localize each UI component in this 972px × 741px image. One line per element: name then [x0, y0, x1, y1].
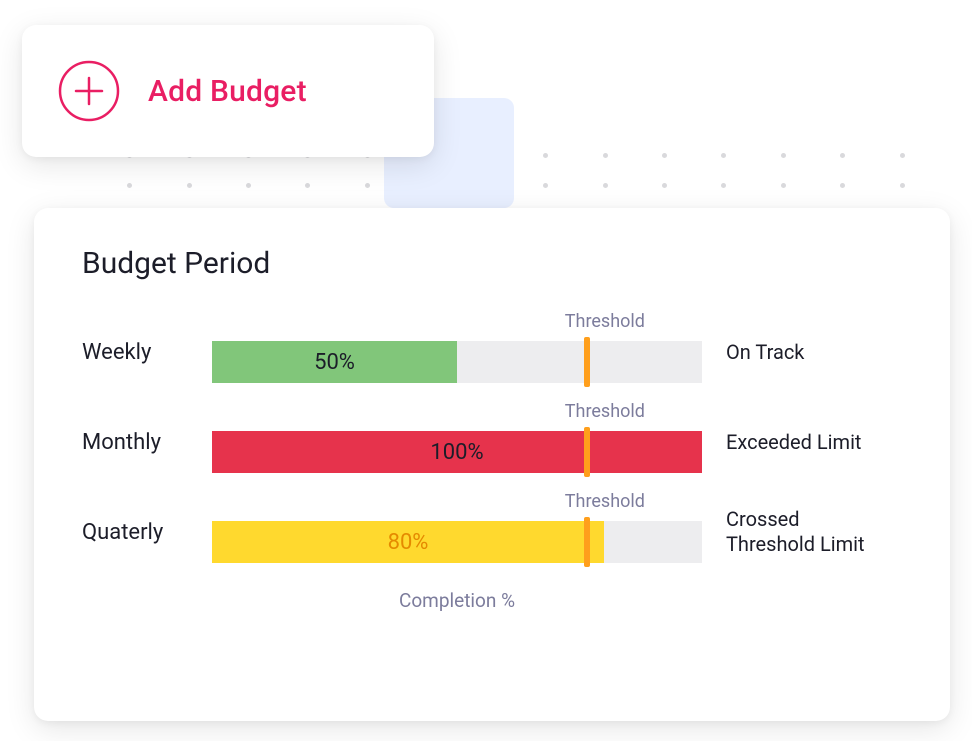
add-budget-label: Add Budget	[148, 74, 307, 109]
status-label: Exceeded Limit	[702, 430, 882, 455]
bar-fill	[212, 431, 702, 473]
add-budget-button[interactable]: Add Budget	[22, 25, 434, 157]
bar-fill: 50%	[212, 341, 457, 383]
bar-row-weekly: Weekly Threshold 50% On Track	[82, 311, 908, 393]
row-label: Quaterly	[82, 520, 212, 545]
row-label: Weekly	[82, 340, 212, 365]
threshold-marker-icon	[584, 517, 590, 567]
threshold-label: Threshold	[565, 311, 645, 332]
bar-row-monthly: Monthly Threshold 100% Exceeded Limit	[82, 401, 908, 483]
bar-track: 80%	[212, 521, 702, 563]
bar-container: Threshold 50%	[212, 311, 702, 393]
bar-track: 50%	[212, 341, 702, 383]
bar-value: 80%	[388, 530, 429, 555]
bar-fill: 80%	[212, 521, 604, 563]
status-label: On Track	[702, 340, 882, 365]
plus-circle-icon	[58, 60, 120, 122]
x-axis-label: Completion %	[212, 589, 702, 612]
bar-track: 100%	[212, 431, 702, 473]
threshold-label: Threshold	[565, 491, 645, 512]
panel-title: Budget Period	[82, 246, 908, 281]
bar-value: 50%	[314, 350, 355, 375]
threshold-label: Threshold	[565, 401, 645, 422]
budget-chart: Weekly Threshold 50% On Track Monthly Th…	[82, 311, 908, 612]
bar-container: Threshold 100%	[212, 401, 702, 483]
threshold-marker-icon	[584, 337, 590, 387]
status-label: Crossed Threshold Limit	[702, 507, 882, 557]
budget-period-panel: Budget Period Weekly Threshold 50% On Tr…	[34, 208, 950, 721]
bar-container: Threshold 80%	[212, 491, 702, 573]
row-label: Monthly	[82, 430, 212, 455]
bar-row-quarterly: Quaterly Threshold 80% Crossed Threshold…	[82, 491, 908, 573]
threshold-marker-icon	[584, 427, 590, 477]
